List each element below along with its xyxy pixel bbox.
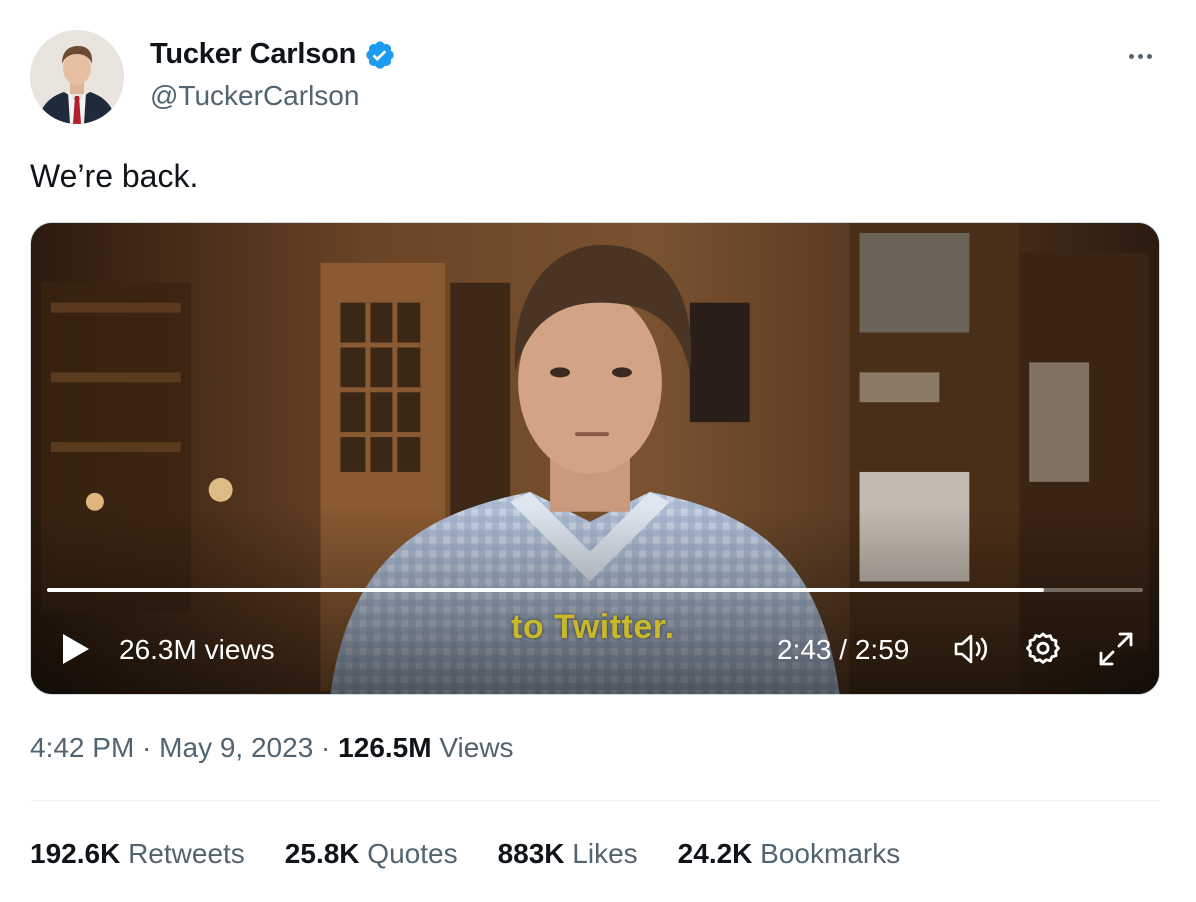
video-view-count: 26.3M views xyxy=(119,634,275,665)
more-dot xyxy=(1146,53,1152,59)
tweet-view-count: 126.5M xyxy=(338,732,432,763)
more-icon[interactable] xyxy=(1122,42,1158,70)
video-progress-bar[interactable] xyxy=(47,588,1143,592)
meta-separator: · xyxy=(134,732,160,763)
video-player[interactable]: to Twitter. 26.3M views 2:43 / 2:59 xyxy=(30,222,1160,695)
tweet-meta: 4:42 PM · May 9, 2023 · 126.5M Views xyxy=(30,732,514,764)
video-controls: 26.3M views 2:43 / 2:59 xyxy=(31,618,1159,678)
play-icon[interactable] xyxy=(61,632,91,666)
more-dot xyxy=(1128,53,1134,59)
retweets-label: Retweets xyxy=(120,838,245,869)
bookmarks-count: 24.2K xyxy=(677,838,753,869)
engagement-stats: 192.6K Retweets 25.8K Quotes 883K Likes … xyxy=(30,838,900,870)
video-duration: 2:59 xyxy=(854,634,910,665)
avatar[interactable] xyxy=(30,30,124,124)
likes-label: Likes xyxy=(564,838,638,869)
likes-stat[interactable]: 883K Likes xyxy=(498,838,638,870)
settings-icon[interactable] xyxy=(1024,630,1062,668)
video-current-time: 2:43 xyxy=(777,634,832,665)
volume-icon[interactable] xyxy=(953,632,991,666)
more-dot xyxy=(1137,53,1143,59)
bookmarks-label: Bookmarks xyxy=(752,838,901,869)
tweet-views-label: Views xyxy=(431,732,514,763)
divider xyxy=(30,800,1160,801)
video-timestamp: 2:43 / 2:59 xyxy=(777,634,909,666)
video-progress-fill xyxy=(47,588,1045,592)
author-display-name[interactable]: Tucker Carlson xyxy=(150,38,356,71)
verified-badge-icon[interactable] xyxy=(364,39,396,71)
quotes-label: Quotes xyxy=(359,838,458,869)
likes-count: 883K xyxy=(497,838,565,869)
retweets-stat[interactable]: 192.6K Retweets xyxy=(30,838,245,870)
quotes-stat[interactable]: 25.8K Quotes xyxy=(285,838,458,870)
fullscreen-icon[interactable] xyxy=(1097,630,1135,668)
meta-separator: · xyxy=(313,732,339,763)
quotes-count: 25.8K xyxy=(284,838,360,869)
avatar-image xyxy=(30,30,124,124)
retweets-count: 192.6K xyxy=(30,838,121,869)
bookmarks-stat[interactable]: 24.2K Bookmarks xyxy=(678,838,901,870)
video-time-separator: / xyxy=(831,634,855,665)
author-handle[interactable]: @TuckerCarlson xyxy=(150,80,359,112)
tweet-time[interactable]: 4:42 PM xyxy=(30,732,134,763)
tweet-date[interactable]: May 9, 2023 xyxy=(159,732,313,763)
author-name-row[interactable]: Tucker Carlson xyxy=(150,38,396,71)
tweet-text: We’re back. xyxy=(30,158,199,194)
